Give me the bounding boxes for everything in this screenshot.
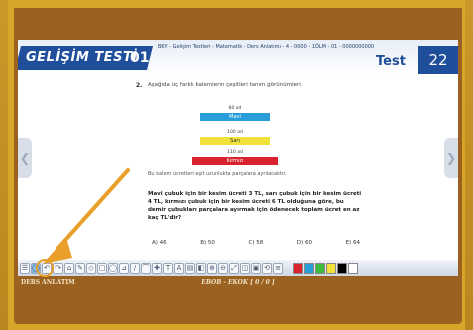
- yellow-rod: Sarı: [200, 137, 270, 145]
- toolbar-button-6[interactable]: ◇: [86, 262, 96, 274]
- toolbar-button-10[interactable]: ∕: [130, 262, 140, 274]
- toolbar-button-7[interactable]: □: [97, 262, 107, 274]
- toolbar-button-19[interactable]: ⤢: [229, 262, 239, 274]
- toolbar-button-12[interactable]: ✚: [152, 262, 162, 274]
- frame-right-edge: [465, 0, 473, 330]
- toolbar-button-0[interactable]: ☰: [20, 262, 30, 274]
- status-bar: DERS ANLATIM EBOB - EKOK [ 0 / 0 ]: [18, 277, 458, 289]
- red-rod: Kırmızı: [192, 157, 278, 165]
- color-swatch-3[interactable]: [326, 262, 336, 274]
- topic-label: EBOB - EKOK [ 0 / 0 ]: [201, 279, 275, 286]
- toolbar-button-18[interactable]: ⊖: [218, 262, 228, 274]
- option-e[interactable]: E) 64: [346, 240, 360, 246]
- blue-rod: Mavi: [200, 113, 270, 121]
- toolbar-button-9[interactable]: ⊿: [119, 262, 129, 274]
- toolbar-button-20[interactable]: ◫: [240, 262, 250, 274]
- top-strip: [14, 8, 462, 38]
- toolbar-button-4[interactable]: ⌂: [64, 262, 74, 274]
- option-a[interactable]: A) 46: [152, 240, 167, 246]
- document-viewer: GELİŞİM TESTİ 01 BKY - Gelişim Testleri …: [18, 40, 458, 276]
- question-text: Aşağıda üç farklı kalemlerin çeşitleri t…: [148, 82, 303, 88]
- toolbar-button-2[interactable]: ↶: [42, 262, 52, 274]
- color-swatch-2[interactable]: [315, 262, 325, 274]
- toolbar-button-11[interactable]: ⌒: [141, 262, 151, 274]
- toolbar-button-8[interactable]: ◯: [108, 262, 118, 274]
- brand-title: GELİŞİM TESTİ: [26, 50, 138, 65]
- color-swatch-1[interactable]: [304, 262, 314, 274]
- toolbar-buttons: ☰ ◯ ↶ ↷ ⌂ ✎ ◇ □ ◯ ⊿ ∕ ⌒ ✚ T A ▤ ◧ ⊕ ⊖ ⤢ ◫ ▣ ⟲ ≡: [20, 262, 283, 274]
- answer-options: A) 46 B) 50 C) 58 D) 60 E) 64: [152, 240, 360, 246]
- bar-length-label: 80 ad: [228, 106, 242, 111]
- toolbar-button-15[interactable]: ▤: [185, 262, 195, 274]
- bar-length-label: 110 ad: [227, 150, 243, 155]
- page-number: 22: [418, 46, 458, 74]
- color-swatch-0[interactable]: [293, 262, 303, 274]
- drawing-toolbar: ☰ ◯ ↶ ↷ ⌂ ✎ ◇ □ ◯ ⊿ ∕ ⌒ ✚ T A ▤ ◧ ⊕ ⊖ ⤢ ◫ ▣ ⟲ ≡: [18, 260, 458, 276]
- color-swatch-4[interactable]: [337, 262, 347, 274]
- test-label: Test: [376, 54, 406, 69]
- prev-page-button[interactable]: ❮: [18, 138, 32, 178]
- color-swatches: [293, 262, 358, 274]
- toolbar-button-3[interactable]: ↷: [53, 262, 63, 274]
- toolbar-button-13[interactable]: T: [163, 262, 173, 274]
- toolbar-button-21[interactable]: ▣: [251, 262, 261, 274]
- question-body: Mavi çubuk için bir kesim ücreti 3 TL, s…: [148, 191, 362, 221]
- frame-left-edge: [0, 0, 8, 330]
- option-b[interactable]: B) 50: [200, 240, 215, 246]
- option-c[interactable]: C) 58: [249, 240, 264, 246]
- header-info: BKY - Gelişim Testleri - Matematik - Der…: [158, 44, 375, 50]
- toolbar-button-16[interactable]: ◧: [196, 262, 206, 274]
- color-swatch-5[interactable]: [348, 262, 358, 274]
- toolbar-button-22[interactable]: ⟲: [262, 262, 272, 274]
- document-header: GELİŞİM TESTİ 01 BKY - Gelişim Testleri …: [18, 40, 458, 76]
- question-number: 2.: [136, 82, 143, 89]
- brand-suffix: 01: [130, 50, 150, 66]
- toolbar-button-1[interactable]: ◯: [31, 262, 41, 274]
- toolbar-button-17[interactable]: ⊕: [207, 262, 217, 274]
- next-page-button[interactable]: ❯: [444, 138, 458, 178]
- toolbar-button-23[interactable]: ≡: [273, 262, 283, 274]
- toolbar-button-14[interactable]: A: [174, 262, 184, 274]
- toolbar-button-5[interactable]: ✎: [75, 262, 85, 274]
- option-d[interactable]: D) 60: [297, 240, 312, 246]
- sub-question-text: Bu kalem ücretleri eşit uzunlukta parçal…: [148, 171, 287, 177]
- bar-length-label: 100 ad: [227, 130, 243, 135]
